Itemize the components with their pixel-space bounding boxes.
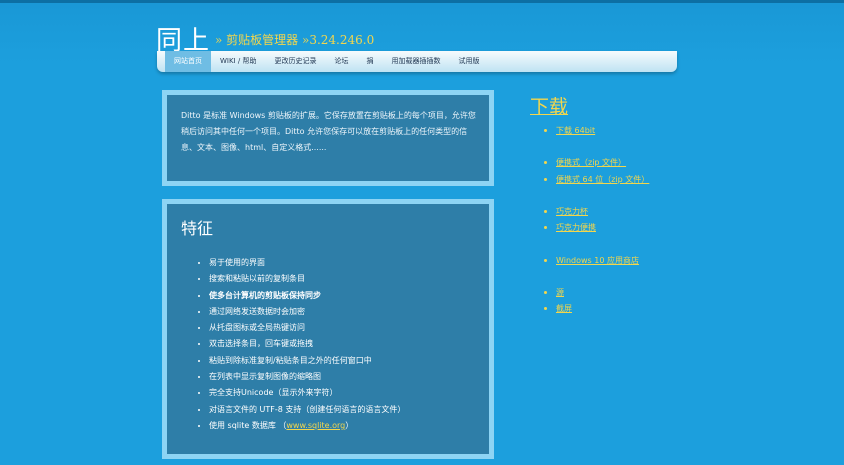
feature-item: 从托盘图标或全局热键访问: [209, 320, 489, 336]
download-64bit-link[interactable]: 下载 64bit: [543, 125, 595, 136]
features-box: 特征 易于使用的界面 搜索和粘贴以前的复制条目 使多台计算机的剪贴板保持同步 通…: [162, 199, 494, 459]
download-windows-store-link[interactable]: Windows 10 应用商店: [544, 255, 639, 266]
feature-item-sqlite: 使用 sqlite 数据库 （www.sqlite.org）: [209, 418, 489, 434]
sqlite-suffix: ）: [345, 420, 354, 430]
nav-change-history[interactable]: 更改历史记录: [265, 51, 325, 72]
site-subtitle: » 剪贴板管理器 »3.24.246.0: [215, 33, 375, 47]
nav-home[interactable]: 网站首页: [165, 51, 211, 72]
sqlite-link[interactable]: www.sqlite.org: [286, 421, 345, 430]
download-screenshots-link[interactable]: 截屏: [544, 303, 572, 314]
nav-addins[interactable]: 用加载器插插数: [382, 51, 449, 72]
nav-beta[interactable]: 试用版: [449, 51, 488, 72]
features-list: 易于使用的界面 搜索和粘贴以前的复制条目 使多台计算机的剪贴板保持同步 通过网络…: [167, 255, 489, 434]
feature-item: 通过网络发送数据时会加密: [209, 304, 489, 320]
main-nav: 网站首页 WIKI / 帮助 更改历史记录 论坛 捐 用加载器插插数 试用版: [157, 51, 677, 72]
download-portable-link[interactable]: 便携式（zip 文件）: [543, 157, 626, 168]
feature-item: 易于使用的界面: [209, 255, 489, 271]
intro-box: Ditto 是标准 Windows 剪贴板的扩展。它保存放置在剪贴板上的每个项目…: [162, 90, 494, 186]
feature-item: 双击选择条目，回车键或拖拽: [209, 336, 489, 352]
download-chocolatey-link[interactable]: 巧克力杯: [544, 206, 588, 217]
features-title: 特征: [181, 219, 214, 238]
feature-item: 粘贴到除标准复制/粘贴条目之外的任何窗口中: [209, 353, 489, 369]
feature-item: 对语言文件的 UTF-8 支持（创建任何语言的语言文件）: [209, 402, 489, 418]
download-portable-64-link[interactable]: 便携式 64 位（zip 文件）: [543, 174, 649, 185]
download-source-link[interactable]: 源: [544, 287, 564, 298]
nav-donate[interactable]: 捐: [357, 51, 382, 72]
download-chocolatey-portable-link[interactable]: 巧克力便携: [544, 222, 596, 233]
nav-forum[interactable]: 论坛: [325, 51, 357, 72]
feature-item: 使多台计算机的剪贴板保持同步: [209, 288, 489, 304]
nav-wiki-help[interactable]: WIKI / 帮助: [211, 51, 265, 72]
feature-item: 搜索和粘贴以前的复制条目: [209, 271, 489, 287]
feature-item: 在列表中显示复制图像的缩略图: [209, 369, 489, 385]
intro-text: Ditto 是标准 Windows 剪贴板的扩展。它保存放置在剪贴板上的每个项目…: [181, 111, 476, 152]
download-heading[interactable]: 下载: [530, 92, 568, 119]
sqlite-prefix: 使用 sqlite 数据库 （: [209, 420, 287, 430]
feature-item: 完全支持Unicode（显示外来字符）: [209, 385, 489, 401]
